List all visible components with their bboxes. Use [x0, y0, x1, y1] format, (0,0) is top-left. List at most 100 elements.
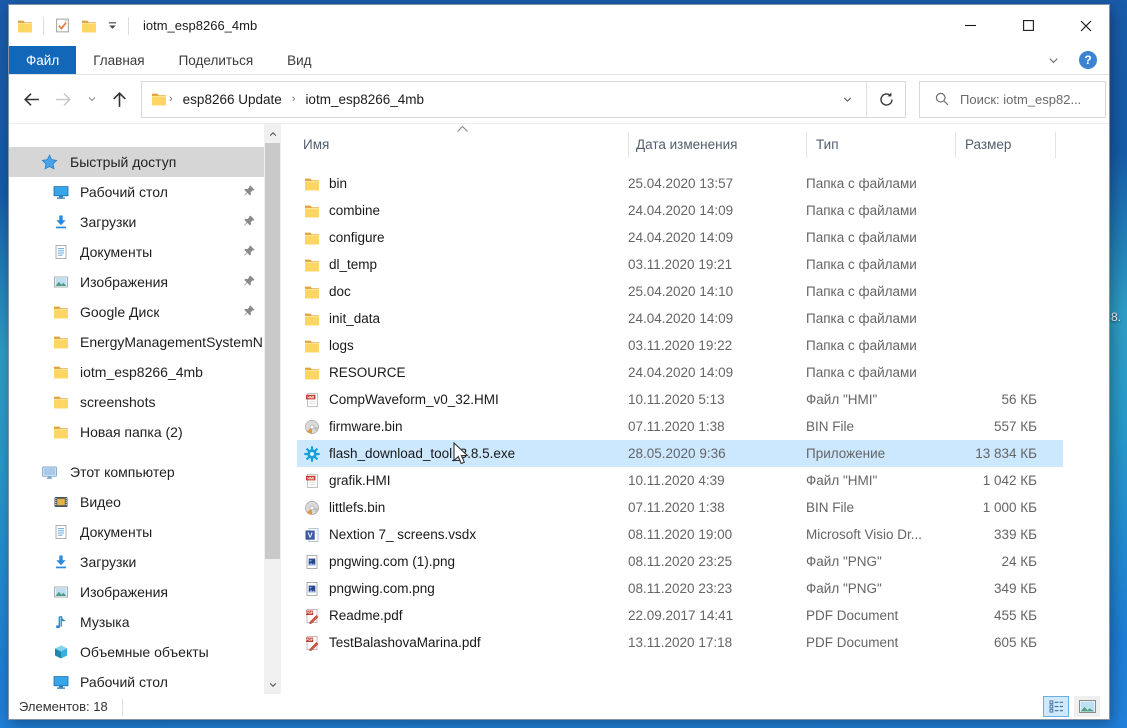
- sidebar-item-new-folder-2[interactable]: Новая папка (2): [9, 417, 264, 447]
- cube-icon: [53, 644, 69, 660]
- column-header-type[interactable]: Тип: [816, 137, 839, 152]
- file-row[interactable]: VNextion 7_ screens.vsdx08.11.2020 19:00…: [297, 521, 1063, 548]
- back-button[interactable]: [22, 91, 41, 108]
- close-button[interactable]: [1063, 5, 1109, 46]
- column-separator[interactable]: [806, 132, 807, 158]
- folder-icon: [304, 230, 320, 246]
- ribbon-tab-home[interactable]: Главная: [76, 46, 161, 74]
- column-header-name[interactable]: Имя: [303, 137, 329, 152]
- sidebar-item-desktop[interactable]: Рабочий стол: [9, 177, 264, 207]
- scrollbar-thumb[interactable]: [265, 143, 280, 559]
- file-row[interactable]: configure24.04.2020 14:09Папка с файлами: [297, 224, 1063, 251]
- sidebar-item-documents[interactable]: Документы: [9, 237, 264, 267]
- sidebar-item-pictures[interactable]: Изображения: [9, 267, 264, 297]
- file-row[interactable]: bin25.04.2020 13:57Папка с файлами: [297, 170, 1063, 197]
- details-view-button[interactable]: [1043, 696, 1069, 717]
- sidebar-item-objects3d[interactable]: Объемные объекты: [9, 637, 264, 667]
- file-row[interactable]: init_data24.04.2020 14:09Папка с файлами: [297, 305, 1063, 332]
- file-row[interactable]: combine24.04.2020 14:09Папка с файлами: [297, 197, 1063, 224]
- sidebar-item-label: Объемные объекты: [80, 644, 209, 660]
- picture-icon: [53, 584, 69, 600]
- thumbnail-view-button[interactable]: [1074, 696, 1100, 717]
- column-headers: Имя Дата изменения Тип Размер: [291, 130, 1071, 164]
- scrollbar-up-arrow[interactable]: [264, 125, 281, 142]
- address-bar[interactable]: ›esp8266 Update›iotm_esp8266_4mb: [141, 81, 906, 118]
- file-row[interactable]: HMIgrafik.HMI10.11.2020 4:39Файл "HMI"1 …: [297, 467, 1063, 494]
- folder-icon: [304, 203, 320, 219]
- file-row[interactable]: littlefs.bin07.11.2020 1:38BIN File1 000…: [297, 494, 1063, 521]
- svg-text:HMI: HMI: [307, 476, 314, 480]
- file-row[interactable]: firmware.bin07.11.2020 1:38BIN File557 К…: [297, 413, 1063, 440]
- sidebar-item-label: Рабочий стол: [80, 674, 168, 690]
- sidebar-item-documents2[interactable]: Документы: [9, 517, 264, 547]
- checkmark-doc-icon[interactable]: [54, 17, 71, 34]
- sidebar-item-downloads2[interactable]: Загрузки: [9, 547, 264, 577]
- refresh-button[interactable]: [867, 82, 905, 117]
- file-size-cell: 1 000 КБ: [955, 500, 1047, 515]
- sidebar-item-google-drive[interactable]: Google Диск: [9, 297, 264, 327]
- svg-text:HMI: HMI: [307, 395, 314, 399]
- ribbon-collapse-chevron-icon[interactable]: [1046, 53, 1061, 68]
- column-header-size[interactable]: Размер: [965, 137, 1011, 152]
- sidebar-item-label: Быстрый доступ: [70, 154, 176, 170]
- sidebar-item-screenshots-folder[interactable]: screenshots: [9, 387, 264, 417]
- file-date-cell: 07.11.2020 1:38: [628, 419, 806, 434]
- file-date-cell: 07.11.2020 1:38: [628, 500, 806, 515]
- file-row[interactable]: PDFTestBalashovaMarina.pdf13.11.2020 17:…: [297, 629, 1063, 656]
- ribbon-tab-share[interactable]: Поделиться: [162, 46, 271, 74]
- file-name: flash_download_tool_3.8.5.exe: [329, 446, 515, 461]
- address-dropdown-chevron-icon[interactable]: [828, 82, 866, 117]
- sidebar-item-this-pc[interactable]: Этот компьютер: [9, 457, 264, 487]
- sidebar-item-label: Этот компьютер: [70, 464, 175, 480]
- folder-icon: [304, 365, 320, 381]
- scrollbar-down-arrow[interactable]: [264, 676, 281, 693]
- minimize-button[interactable]: [947, 5, 993, 46]
- ribbon-tab-file[interactable]: Файл: [9, 46, 76, 74]
- file-row[interactable]: logs03.11.2020 19:22Папка с файлами: [297, 332, 1063, 359]
- file-name-cell: bin: [299, 176, 628, 192]
- minimize-icon: [965, 20, 976, 31]
- file-row[interactable]: doc25.04.2020 14:10Папка с файлами: [297, 278, 1063, 305]
- file-name-cell: PDFReadme.pdf: [299, 608, 628, 624]
- column-separator[interactable]: [1055, 132, 1056, 158]
- thumbnail-view-icon: [1079, 700, 1096, 713]
- sidebar-item-desktop2[interactable]: Рабочий стол: [9, 667, 264, 694]
- search-input[interactable]: Поиск: iotm_esp82...: [919, 81, 1106, 118]
- file-name: pngwing.com (1).png: [329, 554, 455, 569]
- sidebar-scrollbar[interactable]: [264, 124, 281, 694]
- sidebar-item-videos[interactable]: Видео: [9, 487, 264, 517]
- sidebar-item-pictures2[interactable]: Изображения: [9, 577, 264, 607]
- file-row[interactable]: RESOURCE24.04.2020 14:09Папка с файлами: [297, 359, 1063, 386]
- file-name: Readme.pdf: [329, 608, 403, 623]
- column-separator[interactable]: [628, 132, 629, 158]
- help-icon[interactable]: ?: [1079, 51, 1097, 69]
- file-type-cell: BIN File: [806, 500, 955, 515]
- qat-dropdown-chevron-icon[interactable]: [107, 20, 118, 31]
- column-header-date[interactable]: Дата изменения: [636, 137, 737, 152]
- up-button[interactable]: [111, 90, 128, 109]
- forward-button[interactable]: [54, 91, 73, 108]
- breadcrumb-segment[interactable]: esp8266 Update: [177, 92, 288, 107]
- maximize-button[interactable]: [1005, 5, 1051, 46]
- ribbon-tab-view[interactable]: Вид: [270, 46, 328, 74]
- file-row[interactable]: dl_temp03.11.2020 19:21Папка с файлами: [297, 251, 1063, 278]
- file-row[interactable]: HMICompWaveform_v0_32.HMI10.11.2020 5:13…: [297, 386, 1063, 413]
- details-view-icon: [1049, 700, 1064, 713]
- file-row[interactable]: PDFReadme.pdf22.09.2017 14:41PDF Documen…: [297, 602, 1063, 629]
- recent-locations-chevron-icon[interactable]: [86, 93, 98, 105]
- sidebar-item-downloads[interactable]: Загрузки: [9, 207, 264, 237]
- search-placeholder: Поиск: iotm_esp82...: [960, 92, 1081, 107]
- sidebar-item-quick-access[interactable]: Быстрый доступ: [9, 147, 264, 177]
- file-row[interactable]: flash_download_tool_3.8.5.exe28.05.2020 …: [297, 440, 1063, 467]
- file-row[interactable]: pngwing.com (1).png08.11.2020 23:25Файл …: [297, 548, 1063, 575]
- breadcrumb: ›esp8266 Update›iotm_esp8266_4mb: [167, 92, 828, 107]
- sidebar-item-energy-folder[interactable]: EnergyManagementSystemN: [9, 327, 264, 357]
- sidebar-item-iotm-folder[interactable]: iotm_esp8266_4mb: [9, 357, 264, 387]
- gear-icon: [304, 446, 320, 462]
- breadcrumb-segment[interactable]: iotm_esp8266_4mb: [299, 92, 430, 107]
- column-separator[interactable]: [955, 132, 956, 158]
- file-row[interactable]: pngwing.com.png08.11.2020 23:23Файл "PNG…: [297, 575, 1063, 602]
- folder-icon[interactable]: [81, 18, 97, 34]
- file-pane: Имя Дата изменения Тип Размер bin25.04.2…: [291, 124, 1109, 694]
- sidebar-item-music[interactable]: Музыка: [9, 607, 264, 637]
